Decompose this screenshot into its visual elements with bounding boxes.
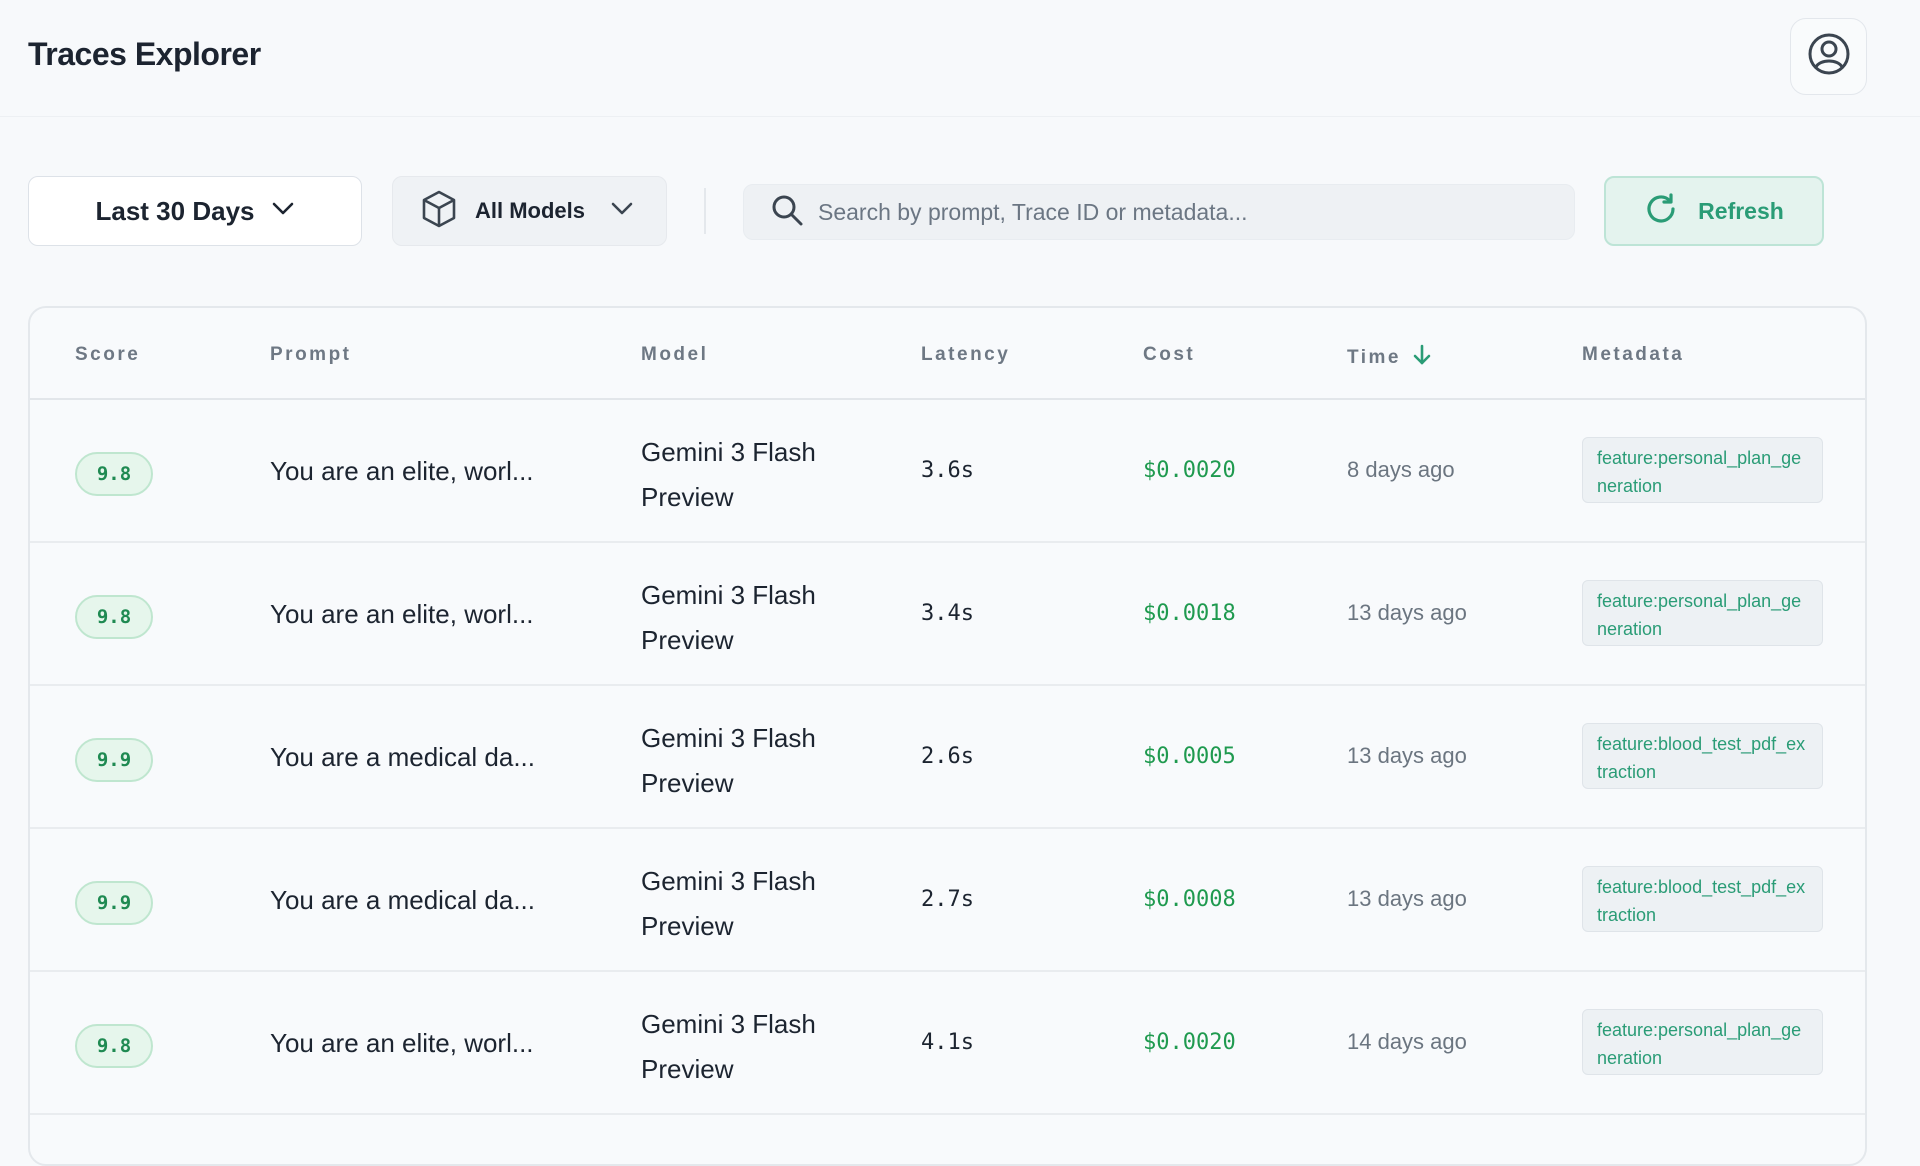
- refresh-label: Refresh: [1698, 197, 1784, 224]
- chevron-down-icon: [272, 202, 294, 221]
- column-header-score[interactable]: Score: [75, 344, 140, 366]
- table-row[interactable]: 9.9 You are a medical da... Gemini 3 Flash…: [30, 686, 1865, 829]
- column-header-prompt[interactable]: Prompt: [270, 344, 352, 366]
- cost-cell: $0.0018: [1143, 601, 1236, 626]
- metadata-tag: feature:personal_plan_generation: [1582, 437, 1823, 503]
- table-row[interactable]: 9.8 You are an elite, worl... Gemini 3 Fla…: [30, 400, 1865, 543]
- cost-cell: $0.0020: [1143, 458, 1236, 483]
- cost-cell: $0.0008: [1143, 887, 1236, 912]
- date-range-select[interactable]: Last 30 Days: [28, 176, 362, 246]
- table-header: Score Prompt Model Latency Cost Time Met…: [30, 308, 1865, 400]
- cube-icon: [421, 190, 457, 233]
- search-input[interactable]: [818, 198, 1558, 226]
- prompt-cell: You are an elite, worl...: [270, 456, 534, 486]
- page-title: Traces Explorer: [28, 36, 261, 72]
- score-badge: 9.9: [75, 738, 153, 782]
- latency-cell: 4.1s: [921, 1030, 974, 1055]
- time-cell: 8 days ago: [1347, 457, 1455, 482]
- latency-cell: 3.4s: [921, 601, 974, 626]
- metadata-tag: feature:blood_test_pdf_extraction: [1582, 866, 1823, 932]
- latency-cell: 2.7s: [921, 887, 974, 912]
- score-badge: 9.8: [75, 595, 153, 639]
- model-filter-label: All Models: [475, 198, 586, 223]
- model-cell: Gemini 3 Flash Preview: [641, 1009, 816, 1084]
- search-bar: [743, 184, 1575, 240]
- cost-cell: $0.0005: [1143, 744, 1236, 769]
- column-header-cost[interactable]: Cost: [1143, 344, 1195, 366]
- chevron-down-icon: [611, 202, 633, 221]
- model-filter-select[interactable]: All Models: [392, 176, 667, 246]
- metadata-tag: feature:personal_plan_generation: [1582, 1009, 1823, 1075]
- model-cell: Gemini 3 Flash Preview: [641, 437, 816, 512]
- column-header-latency[interactable]: Latency: [921, 344, 1010, 366]
- model-cell: Gemini 3 Flash Preview: [641, 866, 816, 941]
- date-range-label: Last 30 Days: [95, 195, 255, 226]
- prompt-cell: You are a medical da...: [270, 742, 535, 772]
- score-badge: 9.9: [75, 881, 153, 925]
- column-header-metadata[interactable]: Metadata: [1582, 344, 1684, 366]
- latency-cell: 2.6s: [921, 744, 974, 769]
- column-header-time[interactable]: Time: [1347, 344, 1431, 372]
- model-cell: Gemini 3 Flash Preview: [641, 580, 816, 655]
- table-row[interactable]: 9.8 You are an elite, worl... Gemini 3 Fla…: [30, 543, 1865, 686]
- time-cell: 13 days ago: [1347, 886, 1467, 911]
- profile-button[interactable]: [1790, 18, 1867, 95]
- time-cell: 13 days ago: [1347, 600, 1467, 625]
- score-badge: 9.8: [75, 452, 153, 496]
- refresh-button[interactable]: Refresh: [1604, 176, 1824, 246]
- prompt-cell: You are a medical da...: [270, 885, 535, 915]
- arrow-down-icon: [1413, 344, 1431, 372]
- prompt-cell: You are an elite, worl...: [270, 1028, 534, 1058]
- time-cell: 13 days ago: [1347, 743, 1467, 768]
- search-icon: [770, 193, 804, 232]
- toolbar-divider: [704, 188, 706, 234]
- time-cell: 14 days ago: [1347, 1029, 1467, 1054]
- refresh-icon: [1644, 192, 1678, 231]
- metadata-tag: feature:blood_test_pdf_extraction: [1582, 723, 1823, 789]
- model-cell: Gemini 3 Flash Preview: [641, 723, 816, 798]
- filter-toolbar: Last 30 Days All Models Search by prompt…: [0, 176, 1920, 248]
- user-circle-icon: [1807, 32, 1851, 81]
- column-header-model[interactable]: Model: [641, 344, 708, 366]
- top-bar: Traces Explorer: [0, 0, 1920, 117]
- table-row[interactable]: 9.9 You are a medical da... Gemini 3 Flash…: [30, 829, 1865, 972]
- traces-table: Score Prompt Model Latency Cost Time Met…: [28, 306, 1867, 1166]
- latency-cell: 3.6s: [921, 458, 974, 483]
- table-row[interactable]: 9.8 You are an elite, worl... Gemini 3 Fla…: [30, 972, 1865, 1115]
- metadata-tag: feature:personal_plan_generation: [1582, 580, 1823, 646]
- prompt-cell: You are an elite, worl...: [270, 599, 534, 629]
- cost-cell: $0.0020: [1143, 1030, 1236, 1055]
- score-badge: 9.8: [75, 1024, 153, 1068]
